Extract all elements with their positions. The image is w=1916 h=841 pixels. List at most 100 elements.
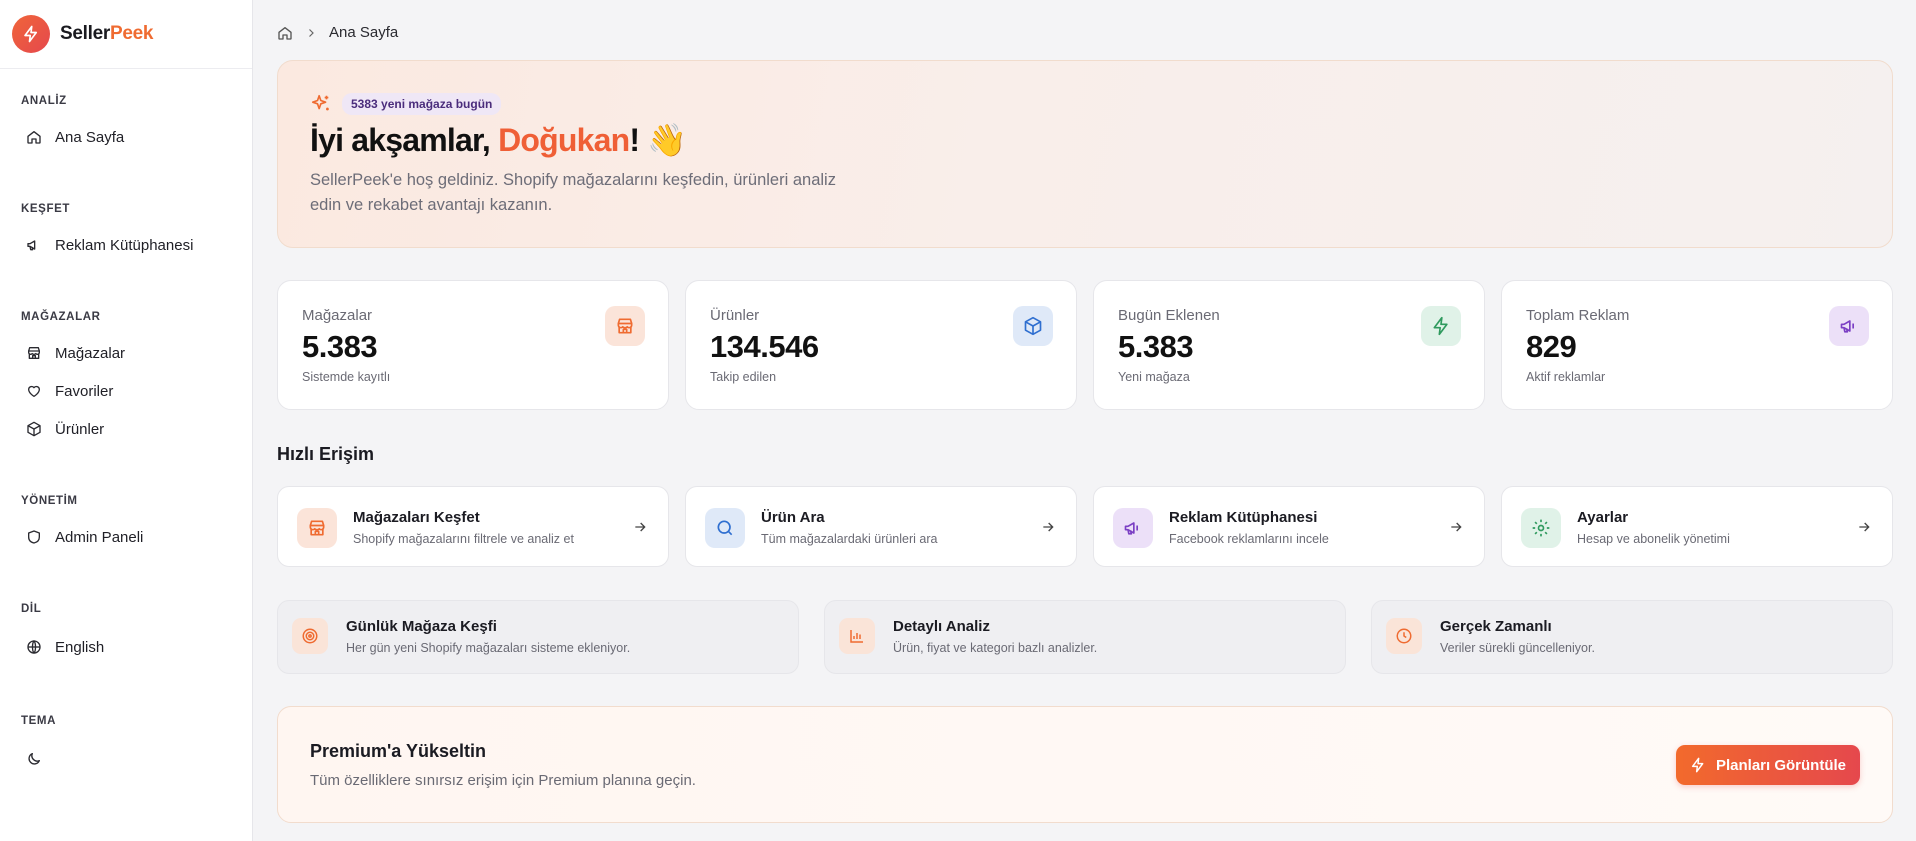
- greeting-title: İyi akşamlar, Doğukan! 👋: [310, 121, 687, 159]
- view-plans-button[interactable]: Planları Görüntüle: [1676, 745, 1860, 785]
- theme-toggle-button[interactable]: [14, 743, 64, 775]
- quick-link-ad-library[interactable]: Reklam Kütüphanesi Facebook reklamlarını…: [1093, 486, 1485, 567]
- sidebar-item-urunler[interactable]: Ürünler: [14, 413, 238, 445]
- sidebar-item-label: Admin Paneli: [55, 528, 144, 546]
- target-icon: [292, 618, 328, 654]
- quick-link-settings[interactable]: Ayarlar Hesap ve abonelik yönetimi: [1501, 486, 1893, 567]
- store-icon: [297, 508, 337, 548]
- feature-real-time: Gerçek Zamanlı Veriler sürekli güncellen…: [1371, 600, 1893, 674]
- stat-sub: Takip edilen: [710, 370, 777, 384]
- sidebar: SellerPeek ANALİZ Ana Sayfa KEŞFET Rekla…: [0, 0, 253, 841]
- stat-value: 5.383: [1118, 329, 1194, 364]
- welcome-hero: 5383 yeni mağaza bugün İyi akşamlar, Doğ…: [277, 60, 1893, 248]
- greeting-prefix: İyi akşamlar,: [310, 122, 499, 158]
- arrow-right-icon: [1040, 519, 1056, 535]
- arrow-right-icon: [1856, 519, 1872, 535]
- arrow-right-icon: [1448, 519, 1464, 535]
- chevron-right-icon: [305, 27, 317, 39]
- bar-chart-icon: [839, 618, 875, 654]
- welcome-description: SellerPeek'e hoş geldiniz. Shopify mağaz…: [310, 171, 836, 214]
- quick-link-desc: Tüm mağazalardaki ürünleri ara: [761, 532, 938, 546]
- view-plans-label: Planları Görüntüle: [1715, 756, 1847, 774]
- quick-link-title: Ayarlar: [1577, 509, 1629, 526]
- stat-value: 5.383: [302, 329, 378, 364]
- quick-link-title: Reklam Kütüphanesi: [1169, 509, 1318, 526]
- stat-card-added-today: Bugün Eklenen 5.383 Yeni mağaza: [1093, 280, 1485, 410]
- store-icon: [605, 306, 645, 346]
- search-icon: [705, 508, 745, 548]
- sidebar-item-reklam-kutuphanesi[interactable]: Reklam Kütüphanesi: [14, 229, 238, 261]
- section-title-analiz: ANALİZ: [21, 95, 67, 107]
- quick-link-search-products[interactable]: Ürün Ara Tüm mağazalardaki ürünleri ara: [685, 486, 1077, 567]
- section-title-dil: DİL: [21, 603, 42, 615]
- brand-name-part1: Seller: [60, 23, 110, 44]
- quick-link-title: Ürün Ara: [761, 509, 825, 526]
- new-stores-indicator: 5383 yeni mağaza bugün: [310, 93, 502, 115]
- stat-label: Bugün Eklenen: [1118, 307, 1220, 324]
- quick-link-explore-stores[interactable]: Mağazaları Keşfet Shopify mağazalarını f…: [277, 486, 669, 567]
- greeting-suffix: ! 👋: [629, 122, 687, 158]
- stat-card-stores: Mağazalar 5.383 Sistemde kayıtlı: [277, 280, 669, 410]
- home-icon[interactable]: [277, 25, 293, 41]
- shield-icon: [25, 528, 43, 546]
- sidebar-item-language[interactable]: English: [14, 631, 238, 663]
- section-title-kesfet: KEŞFET: [21, 203, 70, 215]
- section-title-tema: TEMA: [21, 715, 56, 727]
- stat-card-products: Ürünler 134.546 Takip edilen: [685, 280, 1077, 410]
- brand-name-part2: Peek: [109, 23, 154, 44]
- arrow-right-icon: [632, 519, 648, 535]
- sidebar-item-label: Ürünler: [55, 420, 105, 438]
- globe-icon: [25, 638, 43, 656]
- stat-sub: Aktif reklamlar: [1526, 370, 1606, 384]
- stat-label: Mağazalar: [302, 307, 373, 324]
- feature-desc: Ürün, fiyat ve kategori bazlı analizler.: [893, 641, 1098, 655]
- package-icon: [1013, 306, 1053, 346]
- home-icon: [25, 128, 43, 146]
- quick-link-desc: Facebook reklamlarını incele: [1169, 532, 1329, 546]
- lightning-icon: [1421, 306, 1461, 346]
- feature-title: Detaylı Analiz: [893, 618, 990, 635]
- sidebar-item-label: Ana Sayfa: [55, 128, 125, 146]
- quick-link-desc: Hesap ve abonelik yönetimi: [1577, 532, 1730, 546]
- stat-label: Toplam Reklam: [1526, 307, 1630, 324]
- stat-label: Ürünler: [710, 307, 760, 324]
- sidebar-item-ana-sayfa[interactable]: Ana Sayfa: [14, 121, 238, 153]
- main-content: Ana Sayfa 5383 yeni mağaza bugün İyi akş…: [254, 0, 1916, 841]
- premium-desc: Tüm özelliklere sınırsız erişim için Pre…: [310, 772, 696, 789]
- feature-desc: Veriler sürekli güncelleniyor.: [1440, 641, 1595, 655]
- section-title-yonetim: YÖNETİM: [21, 495, 78, 507]
- sidebar-item-admin-paneli[interactable]: Admin Paneli: [14, 521, 238, 553]
- clock-icon: [1386, 618, 1422, 654]
- sparkles-icon: [310, 93, 332, 115]
- quick-access-heading: Hızlı Erişim: [277, 444, 375, 464]
- heart-icon: [25, 382, 43, 400]
- store-icon: [25, 344, 43, 362]
- sidebar-item-label: Favoriler: [55, 382, 114, 400]
- moon-icon: [25, 750, 43, 768]
- brand-logo-icon: [12, 15, 50, 53]
- brand-name: SellerPeek: [60, 23, 153, 45]
- feature-title: Gerçek Zamanlı: [1440, 618, 1552, 635]
- feature-desc: Her gün yeni Shopify mağazaları sisteme …: [346, 641, 631, 655]
- sidebar-item-favoriler[interactable]: Favoriler: [14, 375, 238, 407]
- stat-value: 829: [1526, 329, 1577, 364]
- sidebar-item-magazalar[interactable]: Mağazalar: [14, 337, 238, 369]
- megaphone-icon: [25, 236, 43, 254]
- new-stores-badge: 5383 yeni mağaza bugün: [342, 93, 502, 115]
- sidebar-item-label: Mağazalar: [55, 344, 126, 362]
- package-icon: [25, 420, 43, 438]
- user-name: Doğukan: [498, 122, 630, 158]
- lightning-icon: [1690, 757, 1706, 773]
- stat-sub: Yeni mağaza: [1118, 370, 1190, 384]
- breadcrumb: Ana Sayfa: [277, 24, 398, 41]
- brand[interactable]: SellerPeek: [0, 0, 252, 69]
- megaphone-icon: [1113, 508, 1153, 548]
- gear-icon: [1521, 508, 1561, 548]
- feature-detailed-analysis: Detaylı Analiz Ürün, fiyat ve kategori b…: [824, 600, 1346, 674]
- sidebar-item-label: Reklam Kütüphanesi: [55, 236, 194, 254]
- premium-upgrade-banner: Premium'a Yükseltin Tüm özelliklere sını…: [277, 706, 1893, 823]
- stat-value: 134.546: [710, 329, 819, 364]
- quick-link-desc: Shopify mağazalarını filtrele ve analiz …: [353, 532, 574, 546]
- section-title-magazalar: MAĞAZALAR: [21, 311, 101, 323]
- quick-link-title: Mağazaları Keşfet: [353, 509, 480, 526]
